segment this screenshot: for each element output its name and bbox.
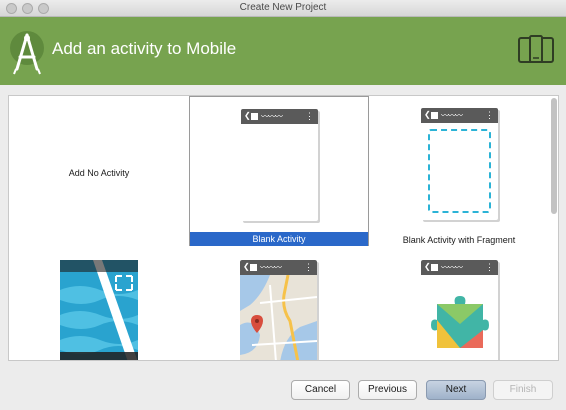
back-icon: ❮ (243, 262, 250, 271)
app-icon (251, 113, 258, 120)
finish-button: Finish (493, 380, 553, 400)
map-preview-icon (240, 275, 317, 360)
template-blank-activity[interactable]: ❮ 〰〰〰 ⋮ Blank Activity (189, 96, 369, 246)
wizard-button-bar: Cancel Previous Next Finish (0, 380, 566, 402)
app-icon (431, 264, 438, 271)
overflow-menu-icon: ⋮ (304, 262, 313, 272)
wizard-header: Add an activity to Mobile (0, 17, 566, 85)
back-icon: ❮ (424, 262, 431, 271)
title-placeholder: 〰〰〰 (441, 263, 463, 272)
template-blank-activity-with-fragment[interactable]: ❮ 〰〰〰 ⋮ Blank Activity with Fragment (369, 96, 549, 246)
overflow-menu-icon: ⋮ (485, 262, 494, 272)
next-button[interactable]: Next (426, 380, 486, 400)
title-placeholder: 〰〰〰 (441, 111, 463, 120)
window-title: Create New Project (239, 2, 327, 13)
template-label: Blank Activity (190, 232, 368, 246)
overflow-menu-icon: ⋮ (485, 110, 494, 120)
action-bar: ❮ 〰〰〰 ⋮ (421, 108, 498, 123)
template-label: Add No Activity (68, 168, 130, 178)
cancel-button[interactable]: Cancel (291, 380, 350, 400)
fullscreen-preview (60, 260, 138, 360)
gallery-scrollbar[interactable] (551, 98, 557, 358)
phone-preview: ❮ 〰〰〰 ⋮ (421, 108, 498, 220)
back-icon: ❮ (244, 111, 251, 120)
overflow-menu-icon: ⋮ (305, 111, 314, 121)
title-placeholder: 〰〰〰 (261, 112, 283, 121)
phone-preview: ❮ 〰〰〰 ⋮ (241, 109, 318, 221)
back-icon: ❮ (424, 110, 431, 119)
phone-preview: ❮ 〰〰〰 ⋮ (421, 260, 498, 360)
page-title: Add an activity to Mobile (52, 39, 237, 58)
fragment-placeholder (428, 129, 491, 213)
android-studio-logo-icon (10, 31, 44, 75)
app-icon (250, 264, 257, 271)
template-google-maps-activity[interactable]: ❮ 〰〰〰 ⋮ (189, 246, 369, 360)
play-services-puzzle-icon (431, 296, 489, 348)
title-bar: Create New Project (0, 0, 566, 17)
template-label: Blank Activity with Fragment (402, 235, 516, 245)
mobile-device-icon (518, 35, 554, 63)
create-project-window: Create New Project Add an activity to Mo… (0, 0, 566, 410)
previous-button[interactable]: Previous (358, 380, 417, 400)
scrollbar-thumb[interactable] (551, 98, 557, 214)
action-bar: ❮ 〰〰〰 ⋮ (421, 260, 498, 275)
phone-preview: ❮ 〰〰〰 ⋮ (240, 260, 317, 360)
template-fullscreen-activity[interactable] (9, 246, 189, 360)
app-icon (431, 112, 438, 119)
template-add-no-activity[interactable]: Add No Activity (9, 96, 189, 246)
action-bar: ❮ 〰〰〰 ⋮ (241, 109, 318, 124)
action-bar: ❮ 〰〰〰 ⋮ (240, 260, 317, 275)
title-placeholder: 〰〰〰 (260, 263, 282, 272)
template-google-play-services-activity[interactable]: ❮ 〰〰〰 ⋮ (369, 246, 549, 360)
activity-template-gallery: Add No Activity ❮ 〰〰〰 ⋮ Blank Activity ❮… (8, 95, 559, 361)
